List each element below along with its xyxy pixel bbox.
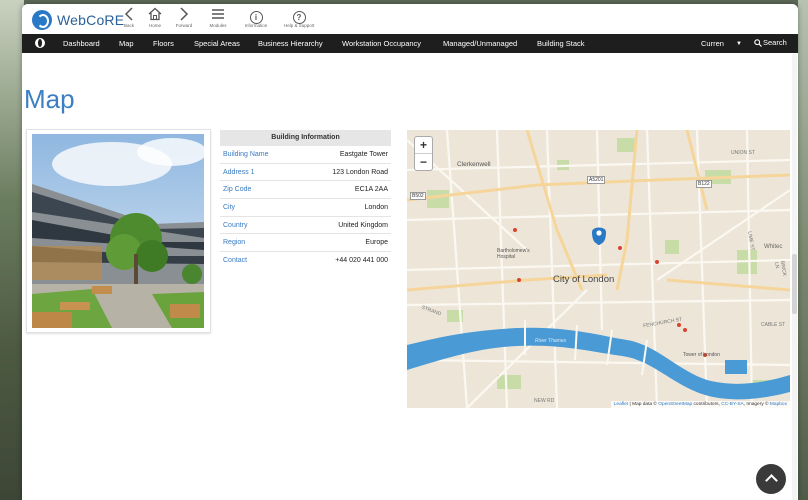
globe-icon[interactable] xyxy=(35,38,45,48)
scrollbar-thumb[interactable] xyxy=(792,254,797,314)
mapbox-link[interactable]: Mapbox xyxy=(770,402,787,407)
chevron-down-icon[interactable]: ▼ xyxy=(736,41,742,47)
map-place-label: UNION ST xyxy=(731,150,755,156)
row-value: Eastgate Tower xyxy=(339,150,388,158)
table-row: Zip Code EC1A 2AA xyxy=(220,181,391,200)
page-scrollbar[interactable] xyxy=(792,54,797,500)
road-shield: B122 xyxy=(696,180,712,188)
information-button[interactable]: i Information xyxy=(241,7,271,29)
attrib-text: contributors, xyxy=(692,402,722,407)
row-value: United Kingdom xyxy=(338,221,388,229)
row-key: Country xyxy=(223,221,248,229)
nav-workstation-occupancy[interactable]: Workstation Occupancy xyxy=(342,39,421,48)
row-key: Zip Code xyxy=(223,186,252,194)
map-center-label: City of London xyxy=(553,274,615,285)
building-info-heading: Building Information xyxy=(220,130,391,146)
table-row: Building Name Eastgate Tower xyxy=(220,146,391,164)
row-key: Building Name xyxy=(223,150,269,158)
row-key: Address 1 xyxy=(223,168,255,176)
home-icon xyxy=(140,7,170,23)
main-nav: Dashboard Map Floors Special Areas Busin… xyxy=(22,34,798,53)
nav-business-hierarchy[interactable]: Business Hierarchy xyxy=(258,39,323,48)
nav-special-areas[interactable]: Special Areas xyxy=(194,39,240,48)
nav-managed-unmanaged[interactable]: Managed/Unmanaged xyxy=(443,39,517,48)
row-key: Region xyxy=(223,239,246,247)
app-logo[interactable]: WebCoRE xyxy=(32,9,124,31)
forward-label: Forward xyxy=(175,23,193,28)
home-button[interactable]: Home xyxy=(140,7,170,29)
map-zoom-control: + − xyxy=(414,136,433,171)
nav-floors[interactable]: Floors xyxy=(153,39,174,48)
nav-map[interactable]: Map xyxy=(119,39,134,48)
attrib-text: | Map data © xyxy=(628,402,659,407)
row-key: City xyxy=(223,203,236,211)
map-place-label: Bartholomew's Hospital xyxy=(497,248,530,260)
map-place-label: Whitec xyxy=(764,244,783,250)
leaflet-link[interactable]: Leaflet xyxy=(614,402,628,407)
map-attribution: Leaflet | Map data © OpenStreetMap contr… xyxy=(610,401,790,408)
webcore-logo-icon xyxy=(32,10,52,30)
osm-link[interactable]: OpenStreetMap xyxy=(658,402,692,407)
forward-button[interactable]: Forward xyxy=(169,7,199,29)
table-row: Address 1 123 London Road xyxy=(220,164,391,182)
row-key: Contact xyxy=(223,256,248,264)
table-row: City London xyxy=(220,199,391,217)
map-place-label: River Thames xyxy=(535,338,567,344)
map-view[interactable]: City of London Clerkenwell Bartholomew's… xyxy=(407,130,790,408)
table-row: Contact +44 020 441 000 xyxy=(220,252,391,269)
information-icon-wrap: i xyxy=(241,7,271,24)
search-label: Search xyxy=(763,38,787,47)
row-value: +44 020 441 000 xyxy=(335,256,388,264)
road-shield: A5201 xyxy=(587,176,606,184)
row-value: Europe xyxy=(365,239,388,247)
building-photo xyxy=(32,134,204,328)
map-place-label: CABLE ST xyxy=(761,322,786,328)
map-place-label: NEW RD xyxy=(534,398,555,404)
currency-select[interactable]: Curren xyxy=(701,39,724,48)
home-label: Home xyxy=(148,23,161,28)
map-tiles xyxy=(407,130,790,408)
top-toolbar: WebCoRE Back Home Forward Modules i Info… xyxy=(22,4,798,34)
page-title: Map xyxy=(24,84,75,114)
forward-icon xyxy=(169,7,199,23)
modules-icon xyxy=(203,7,233,23)
attrib-text: , Imagery © xyxy=(743,402,770,407)
building-photo-card xyxy=(26,129,211,333)
help-label: Help & Support xyxy=(284,23,315,28)
search-button[interactable]: Search xyxy=(754,38,787,47)
row-value: EC1A 2AA xyxy=(354,186,388,194)
scroll-to-top-button[interactable] xyxy=(756,464,786,494)
row-value: 123 London Road xyxy=(332,168,388,176)
browser-window: WebCoRE Back Home Forward Modules i Info… xyxy=(22,4,798,500)
information-label: Information xyxy=(244,23,268,28)
building-info-table: Building Information Building Name Eastga… xyxy=(220,130,391,269)
help-button[interactable]: ? Help & Support xyxy=(284,7,315,29)
table-row: Country United Kingdom xyxy=(220,217,391,235)
road-shield: B502 xyxy=(410,192,426,200)
desktop-background-right xyxy=(798,0,808,500)
search-icon xyxy=(754,38,762,47)
modules-button[interactable]: Modules xyxy=(203,7,233,29)
table-row: Region Europe xyxy=(220,234,391,253)
map-place-label: Tower of London xyxy=(683,352,720,358)
row-value: London xyxy=(364,203,388,211)
desktop-background-left xyxy=(0,0,24,500)
map-place-label: Clerkenwell xyxy=(457,161,491,168)
modules-label: Modules xyxy=(209,23,227,28)
help-icon-wrap: ? xyxy=(284,7,314,24)
nav-dashboard[interactable]: Dashboard xyxy=(63,39,100,48)
zoom-in-button[interactable]: + xyxy=(415,137,432,154)
nav-building-stack[interactable]: Building Stack xyxy=(537,39,585,48)
zoom-out-button[interactable]: − xyxy=(415,154,432,170)
cc-link[interactable]: CC-BY-SA xyxy=(721,402,743,407)
